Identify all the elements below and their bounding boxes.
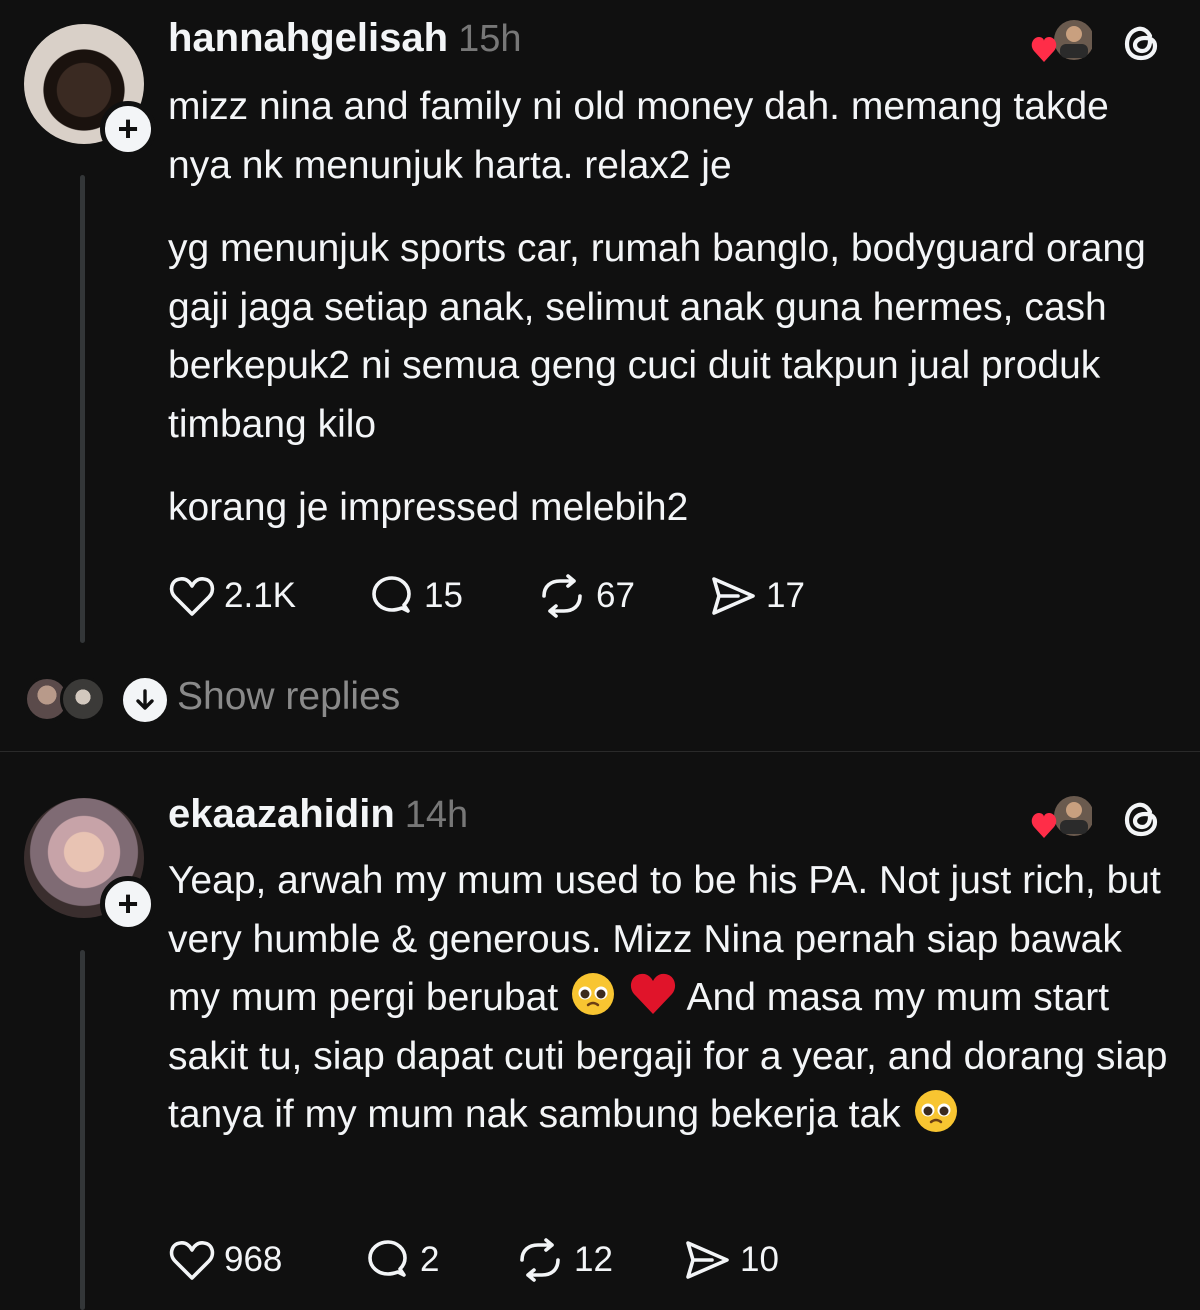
comment-icon (372, 576, 411, 613)
arrow-down-icon (136, 689, 154, 710)
pleading-face-emoji-icon (572, 973, 614, 1015)
post-author[interactable]: hannahgelisah 15h (168, 16, 521, 61)
repost-icon (520, 1238, 560, 1282)
repost-button[interactable]: 12 (514, 1238, 682, 1282)
comment-icon (368, 1240, 407, 1277)
repost-icon (542, 574, 582, 618)
show-replies-row[interactable]: Show replies (24, 673, 624, 725)
reply-count: 2 (420, 1240, 440, 1279)
username[interactable]: ekaazahidin (168, 792, 395, 836)
threads-logo-icon[interactable] (1120, 798, 1162, 840)
red-heart-emoji-icon (630, 973, 675, 1014)
post-paragraph: Yeap, arwah my mum used to be his PA. No… (168, 852, 1168, 1145)
show-replies-link[interactable]: Show replies (177, 675, 400, 719)
post-actions: 2.1K 15 67 17 (168, 574, 805, 618)
share-button[interactable]: 17 (708, 574, 805, 618)
thread-line (80, 950, 85, 1310)
heart-icon (169, 1241, 215, 1280)
post-time: 14h (404, 794, 469, 836)
liked-by-reaction-icon[interactable] (1030, 794, 1092, 840)
reply-avatar (60, 676, 106, 722)
post-2: + ekaazahidin 14h Yeap, arwah my mum used… (0, 752, 1200, 1310)
like-count: 2.1K (224, 576, 296, 615)
post-time: 15h (458, 18, 522, 60)
heart-icon (169, 577, 215, 616)
post-paragraph: mizz nina and family ni old money dah. m… (168, 85, 1109, 187)
expand-replies-button[interactable] (120, 675, 170, 725)
username[interactable]: hannahgelisah (168, 16, 448, 60)
post-body: Yeap, arwah my mum used to be his PA. No… (168, 852, 1168, 1145)
thread-line (80, 175, 85, 643)
share-button[interactable]: 10 (682, 1238, 779, 1282)
like-count: 968 (224, 1240, 283, 1279)
liked-by-reaction-icon[interactable] (1030, 18, 1092, 64)
post-author[interactable]: ekaazahidin 14h (168, 792, 468, 837)
repost-count: 12 (574, 1240, 613, 1279)
threads-logo-icon[interactable] (1120, 22, 1162, 64)
share-count: 10 (740, 1240, 779, 1279)
share-count: 17 (766, 576, 805, 615)
post-paragraph: korang je impressed melebih2 (168, 486, 689, 529)
follow-plus-button[interactable]: + (100, 101, 156, 157)
repost-button[interactable]: 67 (536, 574, 708, 618)
follow-plus-button[interactable]: + (100, 876, 156, 932)
send-icon (712, 577, 755, 615)
send-icon (686, 1241, 729, 1279)
reply-count: 15 (424, 576, 463, 615)
reply-button[interactable]: 15 (368, 574, 536, 618)
reply-button[interactable]: 2 (364, 1238, 514, 1282)
post-actions: 968 2 12 10 (168, 1238, 779, 1282)
like-button[interactable]: 968 (168, 1238, 364, 1282)
post-body: mizz nina and family ni old money dah. m… (168, 78, 1168, 538)
like-button[interactable]: 2.1K (168, 574, 368, 618)
post-paragraph: yg menunjuk sports car, rumah banglo, bo… (168, 227, 1146, 446)
post-1: + hannahgelisah 15h mizz nina and family … (0, 0, 1200, 752)
pleading-face-emoji-icon (914, 1090, 957, 1132)
repost-count: 67 (596, 576, 635, 615)
